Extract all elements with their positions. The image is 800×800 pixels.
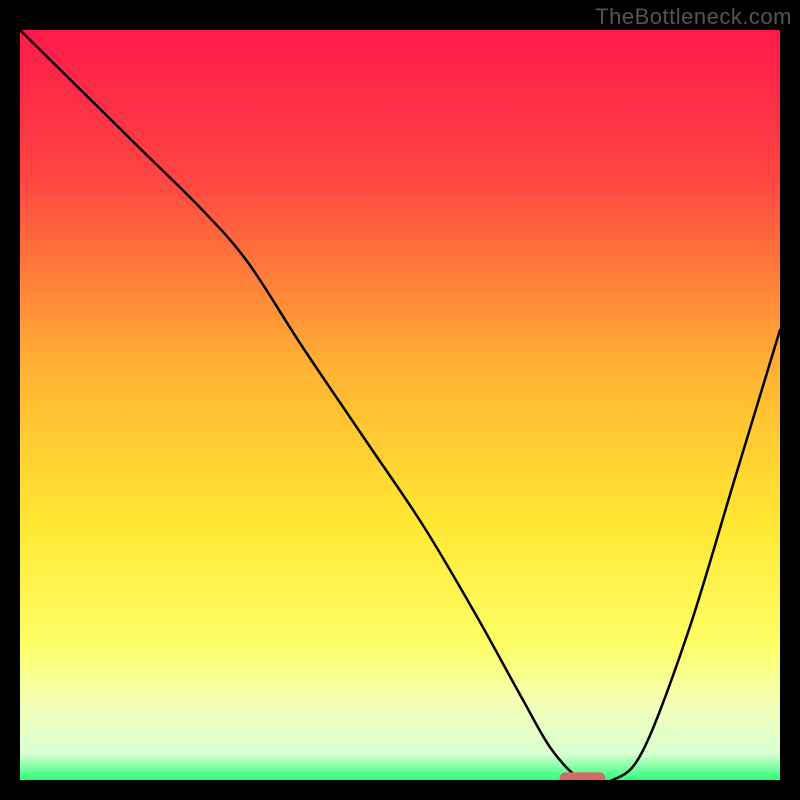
highlight-pill (560, 772, 606, 780)
chart-svg (20, 30, 780, 780)
plot-area (20, 30, 780, 780)
chart-frame: TheBottleneck.com (0, 0, 800, 800)
watermark-text: TheBottleneck.com (595, 4, 792, 30)
